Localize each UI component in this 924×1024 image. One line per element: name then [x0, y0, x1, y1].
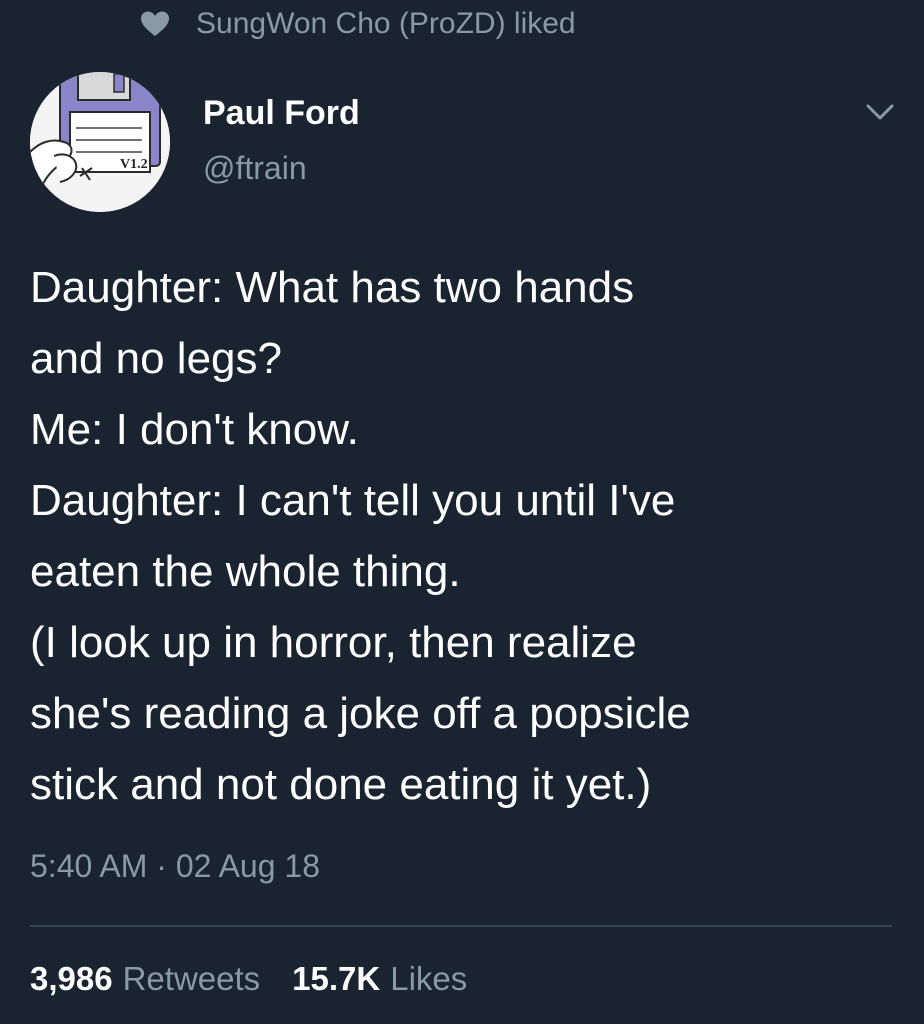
avatar-label-text: V1.2	[120, 157, 148, 172]
chevron-down-icon[interactable]	[860, 92, 900, 132]
tweet-line: eaten the whole thing.	[30, 547, 461, 596]
tweet-timestamp[interactable]: 5:40 AM · 02 Aug 18	[30, 848, 320, 885]
tweet-header: V1.2 Paul Ford @ftrain	[30, 72, 900, 217]
likes-stat[interactable]: 15.7K Likes	[292, 960, 467, 998]
tweet-text: Daughter: What has two hands and no legs…	[30, 252, 900, 820]
tweet-line: stick and not done eating it yet.)	[30, 760, 652, 809]
avatar[interactable]: V1.2	[30, 72, 170, 212]
tweet-line: Daughter: I can't tell you until I've	[30, 476, 676, 525]
social-context-text: SungWon Cho (ProZD) liked	[196, 7, 576, 40]
retweets-label: Retweets	[122, 960, 261, 997]
author-name[interactable]: Paul Ford	[203, 94, 360, 133]
tweet-stats: 3,986 Retweets 15.7K Likes	[30, 960, 467, 998]
likes-label: Likes	[390, 960, 468, 997]
tweet-line: Me: I don't know.	[30, 405, 359, 454]
retweets-stat[interactable]: 3,986 Retweets	[30, 960, 260, 998]
heart-icon	[140, 10, 170, 38]
social-context[interactable]: SungWon Cho (ProZD) liked	[140, 2, 576, 46]
retweets-count: 3,986	[30, 960, 113, 997]
tweet-line: and no legs?	[30, 334, 282, 383]
divider	[30, 925, 892, 927]
tweet-line: Daughter: What has two hands	[30, 263, 635, 312]
likes-count: 15.7K	[292, 960, 381, 997]
tweet-line: (I look up in horror, then realize	[30, 618, 637, 667]
tweet-line: she's reading a joke off a popsicle	[30, 689, 691, 738]
author-handle[interactable]: @ftrain	[203, 150, 307, 187]
floppy-disk-avatar-icon: V1.2	[30, 72, 170, 212]
